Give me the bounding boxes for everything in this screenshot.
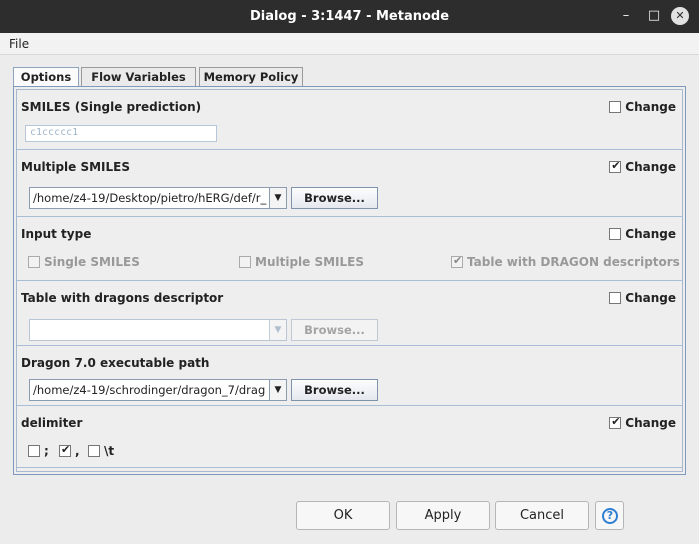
section-multiple-smiles: Multiple SMILES Change /home/z4-19/Deskt… [17,150,682,217]
maximize-icon[interactable]: □ [645,7,663,25]
checkbox-icon[interactable] [59,443,71,457]
section-delimiter: delimiter Change ; , \t [17,406,682,468]
menu-bar: File [0,33,699,55]
change-checkbox-multiple-smiles[interactable]: Change [609,159,676,174]
close-icon[interactable]: ✕ [671,7,689,25]
smiles-input[interactable]: c1ccccc1 [25,125,217,142]
browse-button-dragon-path[interactable]: Browse... [291,379,378,401]
checkbox-icon[interactable] [609,159,622,173]
section-smiles-single: SMILES (Single prediction) Change c1cccc… [17,90,682,150]
section-title: Table with dragons descriptor [21,291,224,305]
change-label: Change [625,100,676,114]
section-title: Input type [21,227,92,241]
browse-button-dragons-table[interactable]: Browse... [291,319,378,341]
browse-button-multiple-smiles[interactable]: Browse... [291,187,378,209]
section-input-type: Input type Change Single SMILES Multiple… [17,217,682,281]
checkbox-icon[interactable] [451,254,463,268]
change-label: Change [625,227,676,241]
help-icon: ? [602,508,618,524]
options-inner: SMILES (Single prediction) Change c1cccc… [16,89,683,472]
combo-value: /home/z4-19/schrodinger/dragon_7/drag [33,383,266,397]
section-title: Dragon 7.0 executable path [21,356,210,370]
delimiter-label: \t [104,444,115,458]
option-table-dragon[interactable]: Table with DRAGON descriptors [451,254,680,269]
section-dragons-table: Table with dragons descriptor Change ▼ B… [17,281,682,346]
dragon-executable-path-combo[interactable]: /home/z4-19/schrodinger/dragon_7/drag ▼ [29,379,287,401]
delimiter-label: ; [44,444,49,458]
tab-options[interactable]: Options [13,67,79,87]
option-single-smiles[interactable]: Single SMILES [28,255,140,269]
ok-button[interactable]: OK [296,501,390,530]
change-checkbox-dragons-table[interactable]: Change [609,291,676,305]
dragons-table-path-combo[interactable]: ▼ [29,319,287,341]
section-title: delimiter [21,416,83,430]
cancel-button[interactable]: Cancel [495,501,589,530]
tab-memory-policy[interactable]: Memory Policy [199,67,303,86]
option-label: Multiple SMILES [255,255,365,269]
change-checkbox-smiles-single[interactable]: Change [609,100,676,114]
section-title: SMILES (Single prediction) [21,100,202,114]
checkbox-icon[interactable] [239,256,251,268]
delimiter-label: , [75,444,80,458]
checkbox-icon[interactable] [609,101,622,113]
checkbox-icon[interactable] [609,415,622,429]
section-dragon-path: Dragon 7.0 executable path /home/z4-19/s… [17,346,682,406]
checkbox-icon[interactable] [28,445,40,457]
option-label: Single SMILES [44,255,140,269]
apply-button[interactable]: Apply [396,501,490,530]
combo-value: /home/z4-19/Desktop/pietro/hERG/def/r_ [33,191,267,205]
checkbox-icon[interactable] [88,445,100,457]
window-title: Dialog - 3:1447 - Metanode [249,9,450,24]
minimize-icon[interactable]: – [617,7,635,25]
option-label: Table with DRAGON descriptors [467,255,680,269]
menu-file[interactable]: File [9,37,29,51]
delimiter-comma[interactable]: , [59,443,80,458]
tab-flow-variables[interactable]: Flow Variables [81,67,196,86]
change-checkbox-input-type[interactable]: Change [609,227,676,241]
chevron-down-icon[interactable]: ▼ [269,188,286,208]
option-multiple-smiles[interactable]: Multiple SMILES [239,255,364,269]
change-label: Change [625,416,676,430]
title-bar: Dialog - 3:1447 - Metanode – □ ✕ [0,0,699,33]
checkbox-icon[interactable] [609,228,622,240]
chevron-down-icon[interactable]: ▼ [269,380,286,400]
multiple-smiles-path-combo[interactable]: /home/z4-19/Desktop/pietro/hERG/def/r_ ▼ [29,187,287,209]
change-label: Change [625,291,676,305]
change-checkbox-delimiter[interactable]: Change [609,415,676,430]
checkbox-icon[interactable] [609,292,622,304]
section-title: Multiple SMILES [21,160,131,174]
delimiter-tab[interactable]: \t [88,444,114,458]
options-panel: SMILES (Single prediction) Change c1cccc… [13,86,686,475]
change-label: Change [625,160,676,174]
checkbox-icon[interactable] [28,256,40,268]
help-button[interactable]: ? [595,501,624,530]
chevron-down-icon[interactable]: ▼ [269,320,286,340]
delimiter-semicolon[interactable]: ; [28,444,49,458]
